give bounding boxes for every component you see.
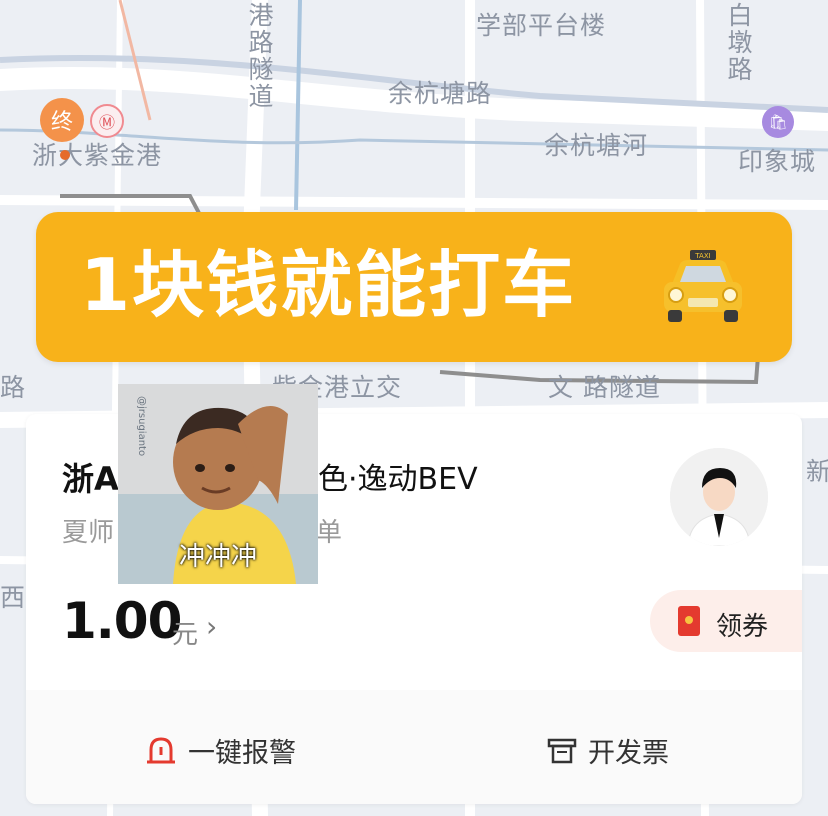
metro-icon: Ⓜ <box>90 104 124 138</box>
car-model: 色·逸动BEV <box>318 462 478 497</box>
order-count: 单 <box>316 518 343 548</box>
fare-unit: 元 <box>172 620 199 650</box>
coupon-label[interactable]: 领券 <box>716 606 768 643</box>
map-label-edge-left: 路 <box>0 373 27 402</box>
taxi-icon: TAXI <box>664 250 742 322</box>
svg-text:TAXI: TAXI <box>694 252 710 260</box>
license-plate: 浙A <box>62 460 119 498</box>
invoice-label: 开发票 <box>588 737 669 769</box>
map-label-yuhangtang-river: 余杭塘河 <box>544 131 649 160</box>
meme-watermark: @jrsugianto <box>136 396 147 457</box>
chevron-right-icon[interactable]: › <box>206 610 217 643</box>
map-label-edge-right: 新 <box>806 457 828 486</box>
emergency-alarm-button[interactable]: 一键报警 <box>144 730 296 770</box>
meme-caption: 冲冲冲 <box>178 542 257 572</box>
meme-sticker: @jrsugianto 冲冲冲 <box>118 384 318 584</box>
map-label-zijingang: 浙大紫金港 <box>32 141 163 170</box>
emergency-alarm-label: 一键报警 <box>188 737 296 769</box>
trip-actions-bar <box>26 690 802 804</box>
driver-avatar-icon <box>670 448 768 546</box>
mall-icon: 🛍 <box>762 106 794 138</box>
map-label-gang-tunnel: 港路隧道 <box>248 1 274 111</box>
fare-amount[interactable]: 1.00 <box>62 592 182 650</box>
destination-marker[interactable]: 终 <box>40 98 84 142</box>
map-label-tunnel: 文 路隧道 <box>548 373 661 402</box>
map-label-yuhangtang-road: 余杭塘路 <box>388 79 493 108</box>
map-label-baidun: 白墩路 <box>727 1 753 84</box>
alarm-icon <box>147 737 175 764</box>
red-envelope-icon <box>678 606 700 636</box>
driver-avatar[interactable] <box>670 448 768 546</box>
map-label-edge-left-lower: 西 <box>0 583 27 612</box>
invoice-icon <box>547 738 577 764</box>
driver-name: 夏师 <box>62 518 115 548</box>
invoice-button[interactable]: 开发票 <box>546 730 669 770</box>
map-label-yinxiangcheng: 印象城 <box>738 147 817 176</box>
map-label-xuebu: 学部平台楼 <box>476 11 607 40</box>
promo-banner-text: 1块钱就能打车 <box>80 243 577 327</box>
destination-dot <box>60 150 70 160</box>
